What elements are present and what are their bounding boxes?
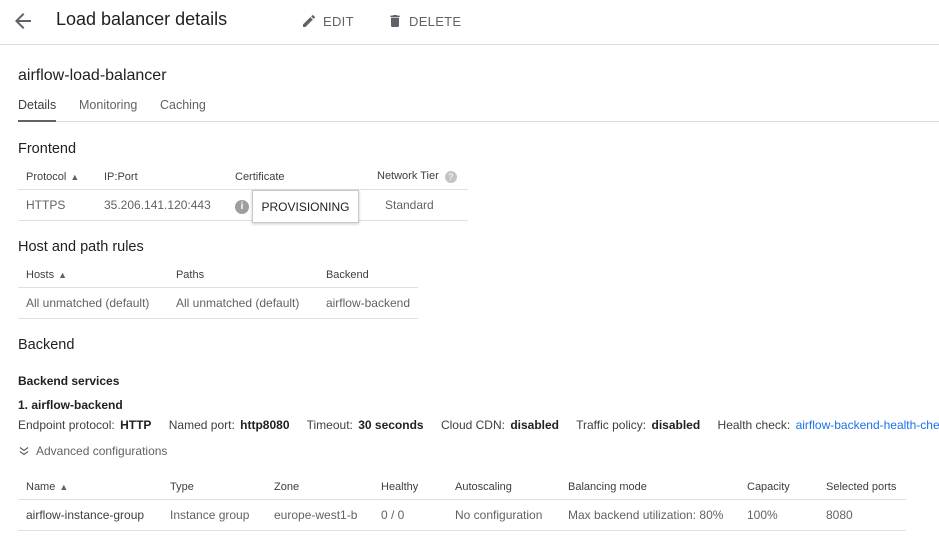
health-check-link[interactable]: airflow-backend-health-check <box>796 418 939 432</box>
col-balancing-mode: Balancing mode <box>560 475 739 500</box>
col-paths: Paths <box>167 263 318 288</box>
top-bar: Load balancer details EDIT DELETE <box>0 0 939 45</box>
cdn-label: Cloud CDN: <box>440 418 505 432</box>
cell-autoscaling: No configuration <box>447 499 560 531</box>
col-capacity: Capacity <box>739 475 818 500</box>
cell-paths: All unmatched (default) <box>167 287 318 319</box>
help-icon[interactable]: ? <box>444 171 457 184</box>
col-type: Type <box>162 475 266 500</box>
sort-up-icon: ▲ <box>59 481 69 492</box>
table-row: HTTPS 35.206.141.120:443 i Standard <box>18 189 468 221</box>
col-autoscaling: Autoscaling <box>447 475 560 500</box>
cdn-value: disabled <box>510 418 559 432</box>
cell-healthy: 0 / 0 <box>373 499 447 531</box>
timeout-label: Timeout: <box>306 418 353 432</box>
col-network-tier: Network Tier? <box>369 165 468 190</box>
col-backend: Backend <box>317 263 418 288</box>
cell-name: airflow-instance-group <box>18 499 162 531</box>
tab-bar: Details Monitoring Caching <box>18 96 939 122</box>
cell-type: Instance group <box>162 499 266 531</box>
backend-table: Name ▲ Type Zone Healthy Autoscaling Bala… <box>18 475 906 531</box>
table-header-row: Protocol ▲ IP:Port Certificate Network Ti… <box>18 165 468 190</box>
timeout-value: 30 seconds <box>358 418 424 432</box>
sort-up-icon: ▲ <box>58 269 68 280</box>
tab-caching[interactable]: Caching <box>160 98 206 122</box>
cell-hosts: All unmatched (default) <box>18 287 168 319</box>
tab-monitoring[interactable]: Monitoring <box>79 98 137 122</box>
host-rules-table: Hosts ▲ Paths Backend All unmatched (defa… <box>18 263 418 319</box>
health-label: Health check: <box>717 418 791 432</box>
table-header-row: Name ▲ Type Zone Healthy Autoscaling Bala… <box>18 475 906 500</box>
back-arrow-icon[interactable] <box>11 9 35 33</box>
traffic-value: disabled <box>651 418 701 432</box>
backend-service-name: 1. airflow-backend <box>18 398 123 412</box>
cell-protocol: HTTPS <box>18 189 96 221</box>
col-selected-ports: Selected ports <box>818 475 906 500</box>
cell-ip-port: 35.206.141.120:443 <box>96 189 227 221</box>
protocol-value: HTTP <box>120 418 152 432</box>
page-title: Load balancer details <box>56 9 228 29</box>
delete-button[interactable]: DELETE <box>387 11 461 31</box>
traffic-label: Traffic policy: <box>576 418 647 432</box>
col-zone: Zone <box>266 475 373 500</box>
advanced-configurations-toggle[interactable]: Advanced configurations <box>18 444 167 458</box>
info-icon[interactable]: i <box>235 199 249 214</box>
cell-zone: europe-west1-b <box>266 499 373 531</box>
pencil-icon <box>303 14 316 27</box>
certificate-status-tooltip: PROVISIONING <box>252 190 359 223</box>
frontend-title: Frontend <box>18 141 77 157</box>
frontend-table: Protocol ▲ IP:Port Certificate Network Ti… <box>18 165 468 221</box>
col-certificate: Certificate <box>227 165 369 190</box>
table-header-row: Hosts ▲ Paths Backend <box>18 263 418 288</box>
sort-up-icon: ▲ <box>70 171 80 182</box>
edit-label: EDIT <box>323 13 354 29</box>
protocol-label: Endpoint protocol: <box>18 418 115 432</box>
col-hosts[interactable]: Hosts ▲ <box>18 263 168 288</box>
col-ip-port: IP:Port <box>96 165 227 190</box>
port-value: http8080 <box>240 418 290 432</box>
cell-capacity: 100% <box>739 499 818 531</box>
cell-balancing-mode: Max backend utilization: 80% <box>560 499 739 531</box>
col-protocol[interactable]: Protocol ▲ <box>18 165 96 190</box>
backend-services-title: Backend services <box>18 374 120 388</box>
host-path-rules-title: Host and path rules <box>18 239 144 255</box>
table-row: All unmatched (default) All unmatched (d… <box>18 287 418 319</box>
table-row: airflow-instance-group Instance group eu… <box>18 499 906 531</box>
tab-details[interactable]: Details <box>18 98 57 122</box>
load-balancer-name: airflow-load-balancer <box>18 67 167 84</box>
chevron-down-icon <box>19 447 29 456</box>
cell-selected-ports: 8080 <box>818 499 906 531</box>
port-label: Named port: <box>168 418 235 432</box>
col-healthy: Healthy <box>373 475 447 500</box>
col-name[interactable]: Name ▲ <box>18 475 162 500</box>
trash-icon <box>390 15 400 27</box>
cell-backend: airflow-backend <box>317 287 418 319</box>
edit-button[interactable]: EDIT <box>301 11 354 31</box>
backend-service-meta: Endpoint protocol: HTTP Named port: http… <box>18 418 939 432</box>
delete-label: DELETE <box>409 13 462 29</box>
backend-title: Backend <box>18 337 75 353</box>
cell-network-tier: Standard <box>369 189 468 221</box>
advanced-label: Advanced configurations <box>36 444 168 458</box>
